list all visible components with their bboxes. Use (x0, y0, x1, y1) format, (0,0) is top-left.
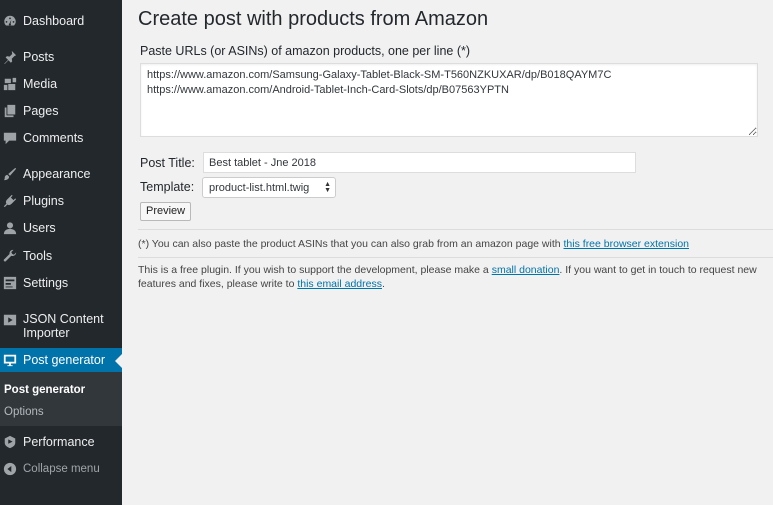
page-title: Create post with products from Amazon (138, 8, 489, 30)
select-arrows-icon: ▲ ▼ (324, 181, 331, 194)
divider (138, 257, 773, 258)
collapse-icon (2, 461, 18, 477)
sidebar-item-comments[interactable]: Comments (0, 126, 122, 150)
submenu-item-post-generator[interactable]: Post generator (4, 384, 85, 396)
video-icon (2, 312, 18, 328)
divider (138, 229, 773, 230)
support-note-period: . (381, 278, 385, 290)
admin-sidebar: Dashboard Posts Media Pages Comments App… (0, 0, 122, 505)
plugin-icon (2, 193, 18, 209)
sidebar-item-settings[interactable]: Settings (0, 271, 122, 295)
sidebar-item-label: Collapse menu (23, 463, 100, 475)
sidebar-item-label: JSON Content Importer (23, 312, 104, 340)
urls-label: Paste URLs (or ASINs) of amazon products… (140, 44, 471, 58)
brush-icon (2, 166, 18, 182)
sidebar-item-pages[interactable]: Pages (0, 99, 122, 123)
template-select[interactable]: product-list.html.twig ▲ ▼ (202, 177, 336, 198)
wrench-icon (2, 248, 18, 264)
performance-icon (2, 434, 18, 450)
sidebar-item-json-content-importer[interactable]: JSON Content Importer (0, 311, 122, 341)
sidebar-item-appearance[interactable]: Appearance (0, 162, 122, 186)
sidebar-item-posts[interactable]: Posts (0, 45, 122, 69)
sidebar-item-label: Pages (23, 104, 59, 118)
sidebar-item-performance[interactable]: Performance (0, 430, 122, 454)
settings-icon (2, 275, 18, 291)
support-note-text: This is a free plugin. If you wish to su… (138, 264, 492, 276)
sidebar-item-label: Plugins (23, 194, 64, 208)
post-title-input[interactable] (203, 152, 636, 173)
collapse-menu-button[interactable]: Collapse menu (0, 457, 122, 481)
dashboard-icon (2, 13, 18, 29)
sidebar-item-plugins[interactable]: Plugins (0, 189, 122, 213)
media-icon (2, 76, 18, 92)
preview-button[interactable]: Preview (140, 202, 192, 221)
email-address-link[interactable]: this email address (297, 278, 382, 290)
monitor-icon (2, 352, 18, 368)
sidebar-item-label: Appearance (23, 167, 91, 181)
asin-note: (*) You can also paste the product ASINs… (138, 237, 768, 251)
sidebar-item-media[interactable]: Media (0, 72, 122, 96)
post-generator-submenu: Post generator Options (0, 372, 122, 426)
template-select-value: product-list.html.twig (209, 181, 310, 194)
sidebar-item-dashboard[interactable]: Dashboard (0, 9, 122, 33)
sidebar-item-users[interactable]: Users (0, 216, 122, 240)
template-label: Template: (140, 180, 195, 194)
urls-textarea[interactable]: https://www.amazon.com/Samsung-Galaxy-Ta… (140, 63, 758, 137)
post-title-label: Post Title: (140, 156, 195, 170)
submenu-item-options[interactable]: Options (4, 406, 44, 418)
asin-note-text: (*) You can also paste the product ASINs… (138, 238, 564, 250)
sidebar-item-label: Post generator (23, 353, 105, 367)
sidebar-item-post-generator[interactable]: Post generator (0, 348, 122, 372)
donation-link[interactable]: small donation (492, 264, 560, 276)
sidebar-item-label: Settings (23, 276, 69, 290)
support-note: This is a free plugin. If you wish to su… (138, 263, 763, 291)
sidebar-item-label: Tools (23, 249, 53, 263)
sidebar-item-label: Dashboard (23, 14, 85, 28)
browser-extension-link[interactable]: this free browser extension (564, 238, 689, 250)
sidebar-item-label: Performance (23, 435, 95, 449)
pin-icon (2, 49, 18, 65)
main-content: Create post with products from Amazon Pa… (122, 0, 773, 505)
sidebar-item-label: Posts (23, 50, 55, 64)
comment-icon (2, 130, 18, 146)
sidebar-item-label: Media (23, 77, 58, 91)
pages-icon (2, 103, 18, 119)
user-icon (2, 220, 18, 236)
sidebar-item-tools[interactable]: Tools (0, 244, 122, 268)
sidebar-item-label: Users (23, 221, 56, 235)
sidebar-item-label: Comments (23, 131, 84, 145)
